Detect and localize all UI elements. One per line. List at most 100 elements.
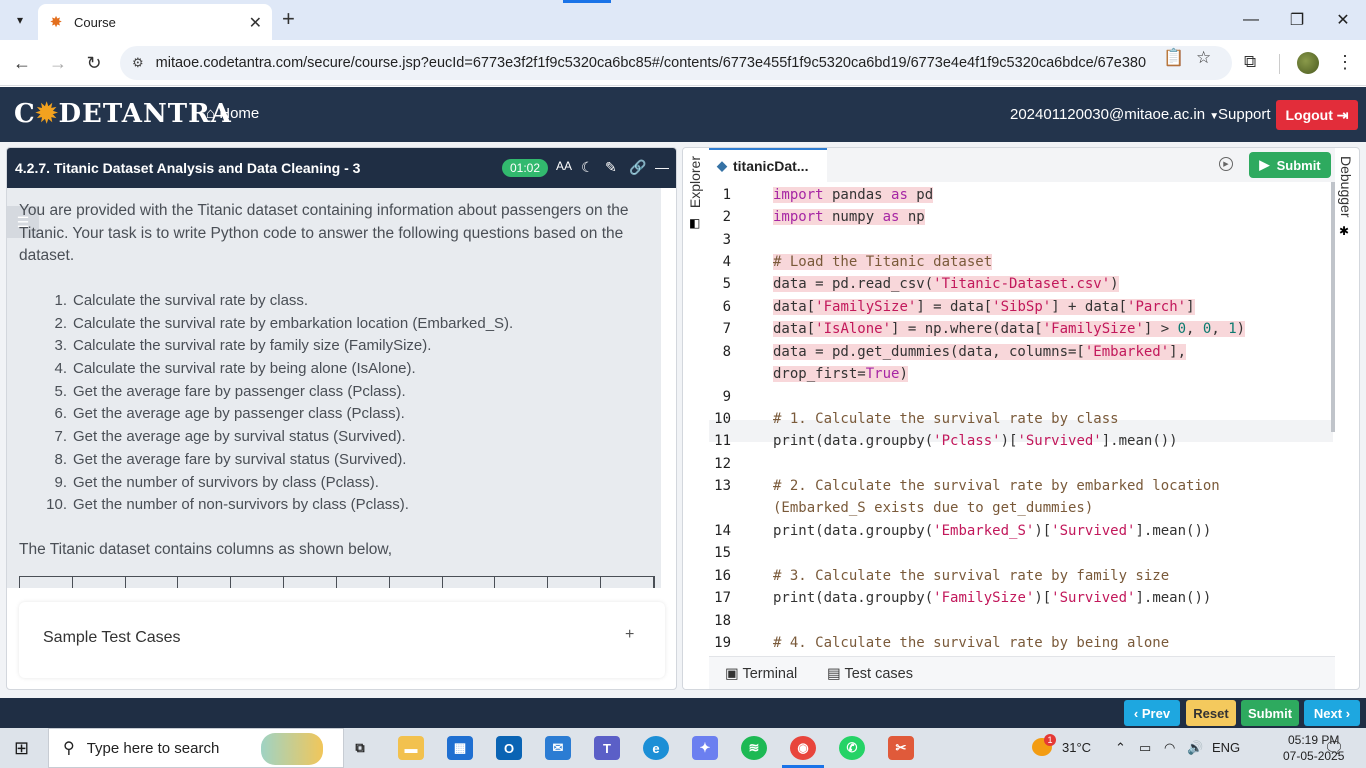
- clipboard-icon[interactable]: 📋: [1163, 48, 1184, 68]
- run-icon[interactable]: ▶: [1219, 157, 1233, 171]
- reload-icon[interactable]: ↻: [81, 50, 107, 76]
- editor-scrollbar[interactable]: [1331, 182, 1335, 432]
- question-item: 3. Calculate the survival rate by family …: [43, 335, 513, 358]
- wifi-icon[interactable]: ◠: [1164, 740, 1175, 756]
- code-editor[interactable]: 1 2 3 4 5 6 7 8 9 10 11 12 13 14 15 16 17 18 19 import pan…: [709, 182, 1335, 656]
- close-tab-icon[interactable]: ✕: [249, 13, 262, 33]
- new-tab-icon[interactable]: +: [282, 8, 295, 30]
- line-number: 7: [722, 321, 731, 337]
- question-item-text: Calculate the survival rate by embarkati…: [73, 314, 514, 332]
- line-number: 15: [714, 545, 731, 561]
- line-number: 11: [714, 433, 731, 449]
- next-label: Next: [1313, 705, 1343, 721]
- line-number: 9: [722, 389, 731, 405]
- chevron-left-icon: ‹: [1133, 705, 1139, 721]
- tab-search-button[interactable]: ▾: [6, 6, 34, 34]
- question-item-text: Calculate the survival rate by family si…: [73, 337, 432, 355]
- microsoft-store-icon[interactable]: ▦: [447, 736, 473, 760]
- python-file-icon: ◆: [717, 158, 727, 173]
- expand-icon[interactable]: +: [625, 626, 634, 644]
- teams-icon[interactable]: T: [594, 736, 620, 760]
- question-item-number: 7.: [54, 428, 67, 446]
- code-line: # 1. Calculate the survival rate by clas…: [773, 411, 1119, 427]
- sample-test-cases[interactable]: Sample Test Cases +: [19, 602, 665, 678]
- dark-mode-icon[interactable]: ☾: [581, 159, 594, 176]
- forward-icon[interactable]: →: [45, 50, 71, 76]
- question-item: 2. Calculate the survival rate by embarka…: [43, 313, 513, 336]
- home-label: Home: [219, 105, 260, 122]
- browser-tab-course[interactable]: ✸ Course ✕: [38, 4, 272, 40]
- outlook-icon[interactable]: O: [496, 736, 522, 760]
- explorer-label: Explorer: [687, 156, 703, 209]
- taskbar-search[interactable]: ⚲ Type here to search: [48, 728, 344, 768]
- site-info-icon[interactable]: ⚙: [132, 55, 144, 71]
- file-tab[interactable]: ◆ titanicDat...: [709, 148, 827, 182]
- user-menu[interactable]: 202401120030@mitaoe.ac.in ▼: [1010, 106, 1219, 123]
- explorer-rail[interactable]: Explorer ◧: [683, 148, 709, 689]
- edit-icon[interactable]: ✎: [605, 159, 617, 176]
- windows-taskbar: ⊞ ⚲ Type here to search ⧉ ▬ ▦ O ✉ T e ✦ …: [0, 728, 1366, 768]
- line-number-gutter: 1 2 3 4 5 6 7 8 9 10 11 12 13 14 15 16 17 18 19: [709, 182, 765, 656]
- line-number: 10: [714, 411, 731, 427]
- url-text: mitaoe.codetantra.com/secure/course.jsp?…: [155, 55, 1146, 71]
- test-cases-tab[interactable]: ▤ Test cases: [827, 666, 913, 682]
- question-item: 5. Get the average fare by passenger clas…: [43, 381, 513, 404]
- snipping-tool-icon[interactable]: ✂: [888, 736, 914, 760]
- back-icon[interactable]: ←: [9, 50, 35, 76]
- prev-button[interactable]: ‹ Prev: [1124, 700, 1180, 726]
- file-explorer-icon[interactable]: ▬: [398, 736, 424, 760]
- font-size-icon[interactable]: AA: [556, 159, 572, 173]
- spotify-icon[interactable]: ≋: [741, 736, 767, 760]
- question-list: 1. Calculate the survival rate by class. 2…: [43, 290, 513, 517]
- submit-code-button[interactable]: ▶ Submit: [1249, 152, 1331, 178]
- close-window-icon[interactable]: ✕: [1320, 0, 1366, 40]
- copilot-icon[interactable]: ✦: [692, 736, 718, 760]
- code-line: # 2. Calculate the survival rate by emba…: [773, 478, 1220, 494]
- app-header: C✹DETANTRA ⌂ Home 202401120030@mitaoe.ac…: [0, 87, 1366, 142]
- chrome-icon[interactable]: ◉: [790, 736, 816, 760]
- extensions-icon[interactable]: ⧉: [1244, 52, 1256, 72]
- windows-start-icon[interactable]: ⊞: [14, 738, 29, 759]
- question-item-number: 10.: [46, 496, 67, 514]
- browser-menu-icon[interactable]: ⋮: [1336, 52, 1354, 73]
- code-line: # 4. Calculate the survival rate by bein…: [773, 635, 1170, 651]
- next-button[interactable]: Next ›: [1304, 700, 1360, 726]
- question-item: 9. Get the number of survivors by class (…: [43, 472, 513, 495]
- task-view-icon[interactable]: ⧉: [347, 736, 373, 760]
- whatsapp-icon[interactable]: ✆: [839, 736, 865, 760]
- link-icon[interactable]: 🔗: [629, 159, 646, 176]
- restore-icon[interactable]: ❐: [1274, 0, 1320, 40]
- line-number: 17: [714, 590, 731, 606]
- bookmark-star-icon[interactable]: ☆: [1196, 48, 1211, 68]
- weather-temp[interactable]: 31°C: [1062, 740, 1091, 755]
- submit-button[interactable]: Submit: [1241, 700, 1299, 726]
- line-number: 14: [714, 523, 731, 539]
- notifications-icon[interactable]: 🗨: [1324, 738, 1344, 758]
- address-bar[interactable]: ⚙ mitaoe.codetantra.com/secure/course.js…: [120, 46, 1232, 80]
- line-number: 3: [722, 232, 731, 248]
- terminal-tab[interactable]: ▣ Terminal: [725, 666, 797, 682]
- line-number: 5: [722, 276, 731, 292]
- chevron-up-icon[interactable]: ⌃: [1115, 740, 1126, 756]
- logout-button[interactable]: Logout ⇥: [1276, 100, 1358, 130]
- profile-avatar[interactable]: [1297, 52, 1319, 74]
- minimize-panel-icon[interactable]: —: [655, 159, 669, 175]
- language-indicator[interactable]: ENG: [1212, 740, 1240, 755]
- codetantra-logo[interactable]: C✹DETANTRA: [14, 99, 232, 129]
- reset-button[interactable]: Reset: [1186, 700, 1236, 726]
- home-link[interactable]: ⌂ Home: [206, 105, 259, 122]
- debugger-rail[interactable]: Debugger ✱: [1333, 148, 1359, 689]
- minimize-icon[interactable]: —: [1228, 0, 1274, 40]
- support-link[interactable]: Support: [1218, 106, 1271, 123]
- search-highlight-art: [261, 733, 323, 765]
- window-controls: — ❐ ✕: [1228, 0, 1366, 40]
- battery-icon[interactable]: ▭: [1139, 740, 1151, 756]
- volume-icon[interactable]: 🔊: [1187, 740, 1203, 756]
- code-line: # Load the Titanic dataset: [773, 254, 993, 270]
- mail-icon[interactable]: ✉: [545, 736, 571, 760]
- question-item: 1. Calculate the survival rate by class.: [43, 290, 513, 313]
- question-item-text: Calculate the survival rate by class.: [73, 292, 309, 309]
- sample-test-cases-label: Sample Test Cases: [43, 629, 181, 646]
- edge-icon[interactable]: e: [643, 736, 669, 760]
- question-item: 4. Calculate the survival rate by being a…: [43, 358, 513, 381]
